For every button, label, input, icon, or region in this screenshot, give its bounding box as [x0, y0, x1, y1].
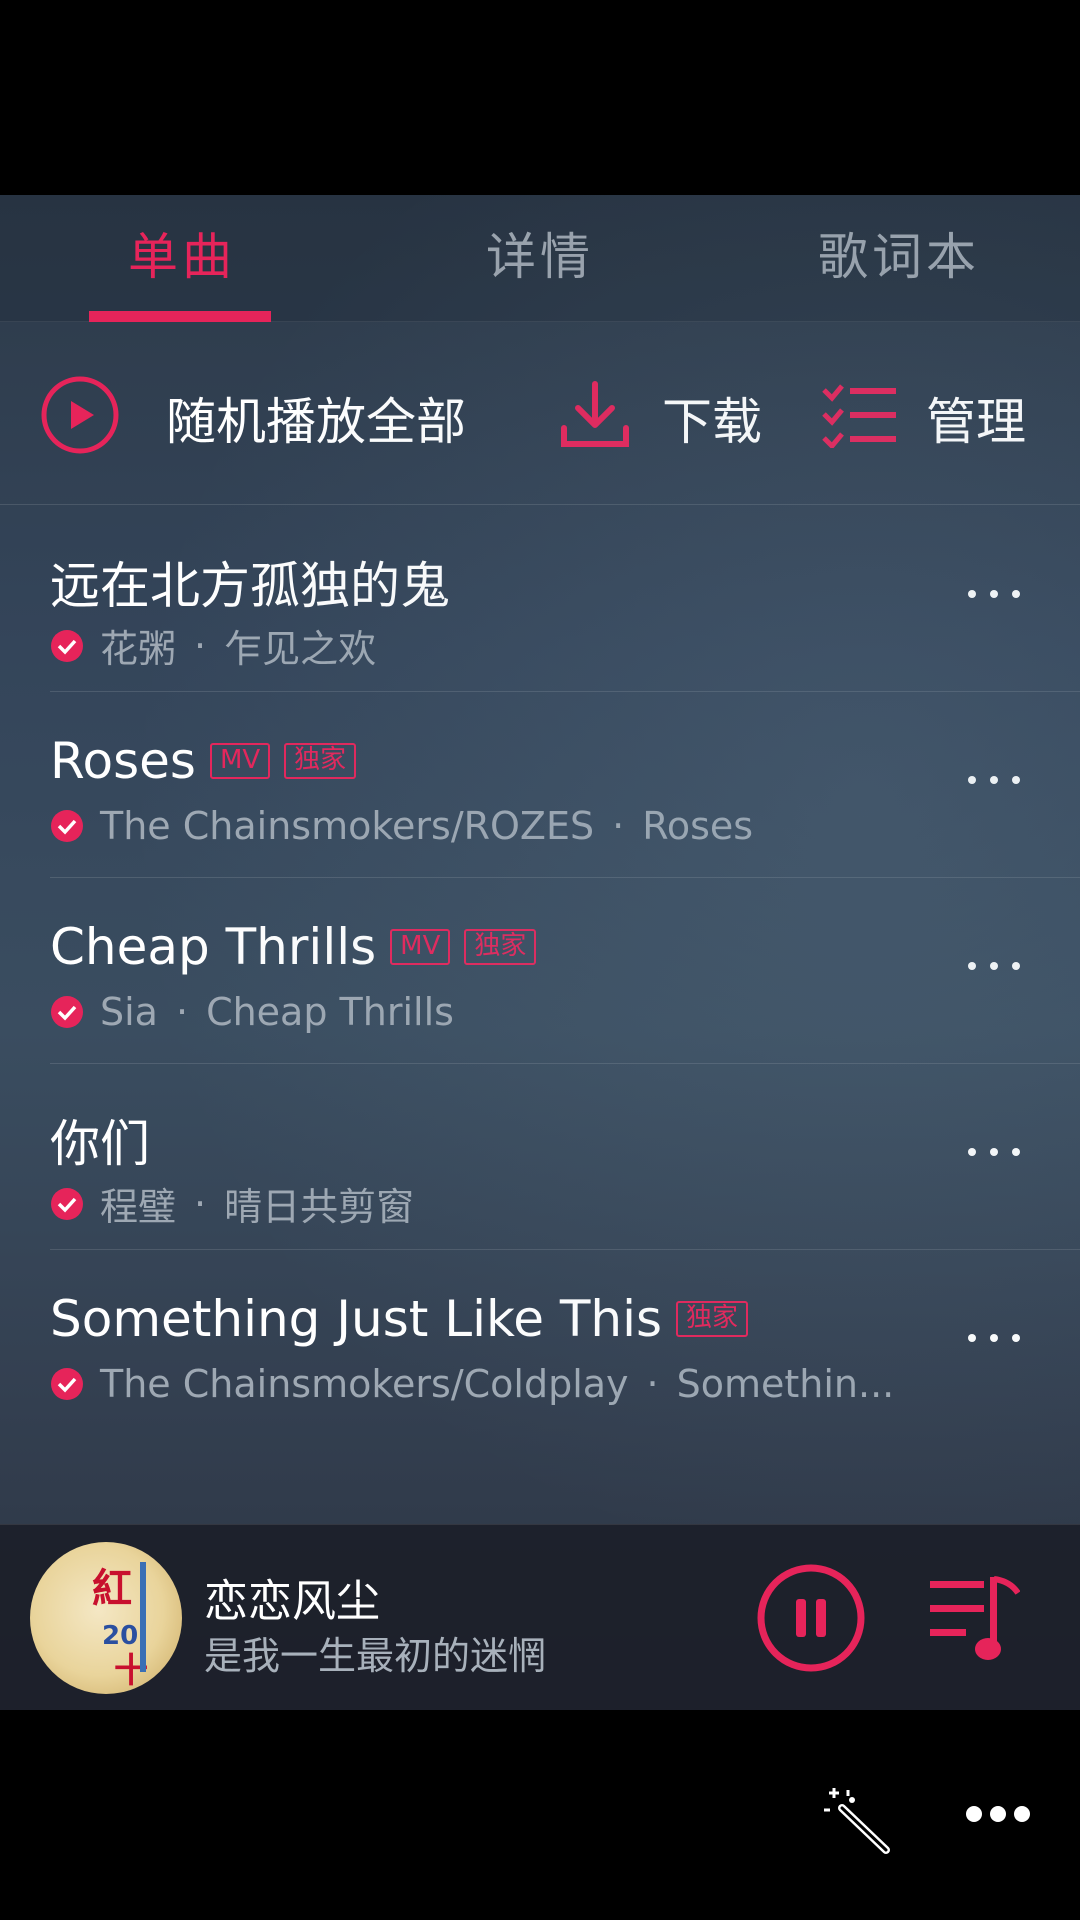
song-artist: The Chainsmokers/Coldplay — [100, 1362, 629, 1406]
song-artist: 花粥 — [100, 627, 177, 671]
tab-details[interactable]: 详情 — [486, 217, 594, 289]
check-circle-icon — [51, 629, 83, 662]
more-dots-icon[interactable] — [964, 956, 1024, 976]
exclusive-badge: 独家 — [676, 1301, 749, 1337]
song-subtitle: 花粥 · 乍见之欢 — [50, 618, 376, 673]
check-circle-icon — [51, 996, 83, 1028]
mv-badge[interactable]: MV — [390, 929, 451, 965]
song-subtitle: The Chainsmokers/Coldplay · Somethin... — [50, 1362, 894, 1406]
svg-text:20: 20 — [102, 1621, 138, 1651]
separator: · — [194, 1181, 207, 1226]
song-title: 远在北方孤独的鬼 — [50, 546, 450, 618]
magic-wand-icon[interactable] — [820, 1784, 890, 1854]
tab-lyrics-book[interactable]: 歌词本 — [818, 217, 980, 289]
song-album: Cheap Thrills — [206, 990, 454, 1034]
song-album: Roses — [642, 804, 754, 848]
song-album: 乍见之欢 — [224, 627, 377, 671]
song-title-text: 你们 — [50, 1115, 150, 1173]
song-title-text: 远在北方孤独的鬼 — [50, 557, 450, 615]
play-circle-icon[interactable] — [40, 375, 120, 455]
song-artist: The Chainsmokers/ROZES — [100, 804, 595, 848]
playlist-icon[interactable] — [928, 1575, 1020, 1665]
song-title-text: Roses — [50, 732, 196, 790]
download-button[interactable]: 下载 — [662, 382, 762, 454]
song-subtitle: Sia · Cheap Thrills — [50, 990, 454, 1034]
separator: · — [175, 990, 189, 1034]
separator: · — [612, 804, 625, 848]
exclusive-badge: 独家 — [284, 743, 357, 779]
song-row[interactable]: 你们 程璧 · 晴日共剪窗 — [0, 1064, 1080, 1250]
song-artist: 程璧 — [100, 1185, 177, 1229]
exclusive-badge: 独家 — [464, 929, 537, 965]
list-manage-icon[interactable] — [822, 382, 898, 448]
song-album: 晴日共剪窗 — [224, 1185, 415, 1229]
song-row[interactable]: Roses MV 独家 The Chainsmokers/ROZES · Ros… — [0, 692, 1080, 878]
separator: · — [194, 623, 207, 668]
more-dots-icon[interactable] — [964, 1328, 1024, 1348]
song-title: Something Just Like This 独家 — [50, 1290, 749, 1348]
action-bar: 随机播放全部 下载 管理 — [0, 322, 1080, 505]
song-title: Cheap Thrills MV 独家 — [50, 918, 537, 976]
song-title-text: Something Just Like This — [50, 1290, 663, 1348]
separator: · — [646, 1362, 659, 1406]
song-subtitle: 程璧 · 晴日共剪窗 — [50, 1176, 414, 1231]
now-playing-bar[interactable]: 紅 20 十 恋恋风尘 是我一生最初的迷惘 — [0, 1524, 1080, 1710]
more-dots-icon[interactable] — [964, 584, 1024, 604]
tab-singles[interactable]: 单曲 — [128, 217, 236, 289]
shuffle-all-button[interactable]: 随机播放全部 — [166, 382, 466, 454]
check-circle-icon — [51, 1187, 83, 1220]
more-dots-icon[interactable] — [964, 1142, 1024, 1162]
song-title-text: Cheap Thrills — [50, 918, 377, 976]
download-icon[interactable] — [558, 378, 632, 452]
song-row[interactable]: 远在北方孤独的鬼 花粥 · 乍见之欢 — [0, 506, 1080, 692]
manage-button[interactable]: 管理 — [926, 382, 1026, 454]
svg-text:紅: 紅 — [92, 1565, 132, 1612]
overflow-dots-icon[interactable] — [966, 1804, 1030, 1824]
active-tab-indicator — [89, 311, 271, 322]
check-circle-icon — [51, 810, 83, 842]
now-playing-title: 恋恋风尘 — [204, 1576, 380, 1627]
song-title: 你们 — [50, 1104, 150, 1176]
song-artist: Sia — [100, 990, 158, 1034]
song-row[interactable]: Something Just Like This 独家 The Chainsmo… — [0, 1250, 1080, 1436]
more-dots-icon[interactable] — [964, 770, 1024, 790]
song-subtitle: The Chainsmokers/ROZES · Roses — [50, 804, 753, 848]
tab-bar: 单曲 详情 歌词本 — [0, 195, 1080, 322]
now-playing-lyric: 是我一生最初的迷惘 — [204, 1634, 547, 1678]
mv-badge[interactable]: MV — [209, 743, 271, 779]
song-album: Somethin... — [676, 1362, 895, 1406]
song-row[interactable]: Cheap Thrills MV 独家 Sia · Cheap Thrills — [0, 878, 1080, 1064]
album-art-image: 紅 20 十 — [92, 1562, 148, 1691]
pause-circle-icon[interactable] — [756, 1563, 866, 1673]
check-circle-icon — [51, 1368, 83, 1400]
song-title: Roses MV 独家 — [50, 732, 357, 790]
music-app-screen: 单曲 详情 歌词本 随机播放全部 下载 管理 远在北方孤独的鬼 花粥 · 乍见之… — [0, 195, 1080, 1710]
album-cover[interactable]: 紅 20 十 — [30, 1542, 182, 1694]
